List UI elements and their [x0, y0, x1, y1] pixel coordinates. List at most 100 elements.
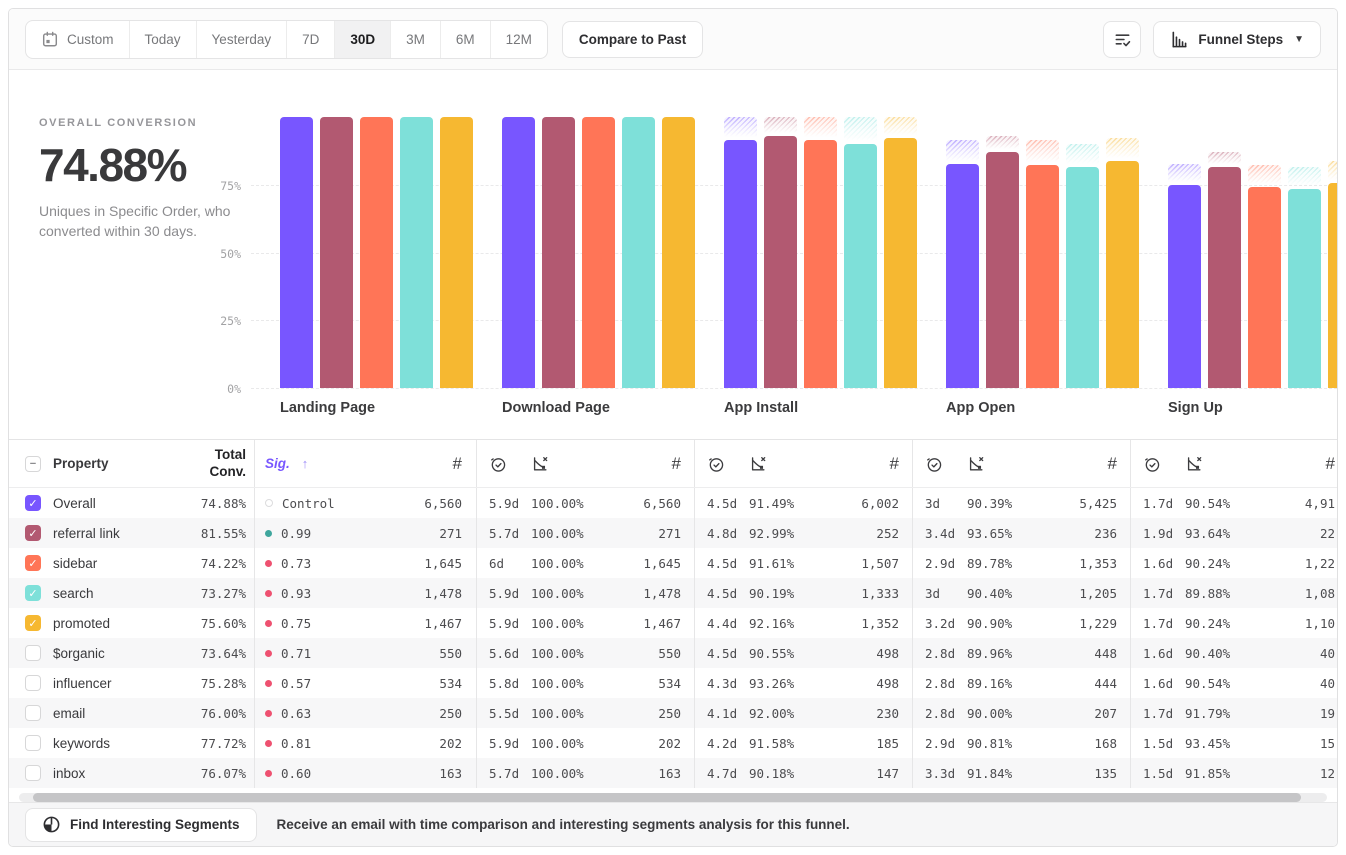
row-checkbox-sidebar[interactable]: ✓ — [25, 555, 41, 571]
converted-count-value: 1,229 — [1051, 616, 1130, 631]
row-checkbox-inbox[interactable] — [25, 765, 41, 781]
range-button-today[interactable]: Today — [130, 21, 197, 58]
funnel-bar-promoted-step3[interactable] — [884, 138, 917, 388]
funnel-bar-sidebar-step5[interactable] — [1248, 187, 1281, 388]
step-group-2-cells: 5.6d100.00%550 — [476, 638, 694, 668]
time-to-convert-value: 5.9d — [477, 586, 531, 601]
funnel-bar-search-step1[interactable] — [400, 117, 433, 388]
converted-count-value: 4,91 — [1269, 496, 1338, 511]
row-checkbox-email[interactable] — [25, 705, 41, 721]
step-group-5-cells: 1.6d90.40%40 — [1130, 638, 1338, 668]
converted-count-value: 1,08 — [1269, 586, 1338, 601]
table-row-influencer: influencer75.28%0.575345.8d100.00%5344.3… — [9, 668, 1337, 698]
time-to-convert-value: 2.8d — [913, 706, 967, 721]
funnel-bar-Overall-step1[interactable] — [280, 117, 313, 388]
funnel-bar-sidebar-step1[interactable] — [360, 117, 393, 388]
funnel-bar-sidebar-step2[interactable] — [582, 117, 615, 388]
converted-count-value: 202 — [615, 736, 694, 751]
row-checkbox-keywords[interactable] — [25, 735, 41, 751]
funnel-bar-promoted-step4[interactable] — [1106, 161, 1139, 388]
funnel-bar-Overall-step5[interactable] — [1168, 185, 1201, 388]
sig-cell: 0.81 — [255, 736, 390, 751]
step-group-2-cells: 5.5d100.00%250 — [476, 698, 694, 728]
segments-pie-icon — [42, 815, 61, 834]
list-options-button[interactable] — [1103, 21, 1141, 58]
funnel-bar-referral-link-step4[interactable] — [986, 152, 1019, 388]
range-button-7d[interactable]: 7D — [287, 21, 335, 58]
conversion-rate-value: 90.55% — [749, 646, 833, 661]
funnel-bar-search-step4[interactable] — [1066, 167, 1099, 388]
range-label: 30D — [350, 32, 375, 47]
row-checkbox-organic[interactable] — [25, 645, 41, 661]
funnel-bar-Overall-step4[interactable] — [946, 164, 979, 388]
funnel-bar-sidebar-step3[interactable] — [804, 140, 837, 388]
sig-column-header[interactable]: Sig. ↑ — [255, 456, 390, 471]
sig-dot-pink — [265, 650, 272, 657]
row-checkbox-referral-link[interactable]: ✓ — [25, 525, 41, 541]
funnel-bar-Overall-step3[interactable] — [724, 140, 757, 388]
horizontal-scrollbar-thumb[interactable] — [33, 793, 1301, 802]
total-conv-column-header: TotalConv. — [178, 447, 254, 479]
step1-count: 271 — [390, 526, 476, 541]
funnel-bar-sidebar-step4[interactable] — [1026, 165, 1059, 388]
funnel-bar-referral-link-step2[interactable] — [542, 117, 575, 388]
conversion-rate-value: 89.78% — [967, 556, 1051, 571]
step-group-3-cells: 4.4d92.16%1,352 — [694, 608, 912, 638]
row-checkbox-influencer[interactable] — [25, 675, 41, 691]
funnel-bar-referral-link-step5[interactable] — [1208, 167, 1241, 388]
funnel-bar-promoted-step2[interactable] — [662, 117, 695, 388]
converted-count-value: 135 — [1051, 766, 1130, 781]
range-button-yesterday[interactable]: Yesterday — [197, 21, 288, 58]
conversion-rate-value: 91.85% — [1185, 766, 1269, 781]
converted-count-value: 250 — [615, 706, 694, 721]
time-to-convert-value: 6d — [477, 556, 531, 571]
y-axis-tick-label: 75% — [195, 179, 241, 193]
horizontal-scrollbar-track[interactable] — [19, 793, 1327, 802]
range-button-custom[interactable]: Custom — [26, 21, 130, 58]
funnel-bar-promoted-step5[interactable] — [1328, 183, 1337, 388]
time-to-convert-value: 5.9d — [477, 616, 531, 631]
toolbar: CustomTodayYesterday7D 30D 3M6M12M Compare… — [9, 9, 1337, 70]
dropoff-cap-promoted-step3 — [884, 117, 917, 135]
sig-dot-pink — [265, 560, 272, 567]
funnel-bar-Overall-step2[interactable] — [502, 117, 535, 388]
summary-label: OVERALL CONVERSION — [39, 117, 234, 129]
conversion-rate-value: 92.99% — [749, 526, 833, 541]
funnel-bar-search-step3[interactable] — [844, 144, 877, 388]
step-group-2-cells: 5.9d100.00%1,467 — [476, 608, 694, 638]
sig-cell: 0.75 — [255, 616, 390, 631]
range-button-12m[interactable]: 12M — [491, 21, 547, 58]
step-group-4-cells: 2.9d89.78%1,353 — [912, 548, 1130, 578]
step-group-4-cells: 3.4d93.65%236 — [912, 518, 1130, 548]
time-to-convert-value: 1.9d — [1131, 526, 1185, 541]
row-checkbox-promoted[interactable]: ✓ — [25, 615, 41, 631]
funnel-bar-promoted-step1[interactable] — [440, 117, 473, 388]
sig-cell: 0.71 — [255, 646, 390, 661]
funnel-bar-search-step5[interactable] — [1288, 189, 1321, 388]
sig-group-cells: 0.99271 — [254, 518, 476, 548]
sig-group-cells: 0.731,645 — [254, 548, 476, 578]
row-checkbox-search[interactable]: ✓ — [25, 585, 41, 601]
row-checkbox-Overall[interactable]: ✓ — [25, 495, 41, 511]
total-conversion-value: 81.55% — [178, 526, 254, 541]
conversion-rate-value: 100.00% — [531, 736, 615, 751]
find-interesting-segments-button[interactable]: Find Interesting Segments — [25, 808, 257, 842]
property-label: promoted — [53, 616, 178, 631]
range-button-6m[interactable]: 6M — [441, 21, 491, 58]
sig-cell: 0.73 — [255, 556, 390, 571]
select-all-checkbox[interactable]: − — [25, 456, 41, 472]
converted-count-value: 6,002 — [833, 496, 912, 511]
compare-to-past-button[interactable]: Compare to Past — [562, 21, 703, 58]
range-button-30d[interactable]: 30D — [335, 21, 391, 58]
funnel-bar-referral-link-step3[interactable] — [764, 136, 797, 388]
step-label-app-open: App Open — [946, 400, 1015, 416]
time-to-convert-value: 4.5d — [695, 496, 749, 511]
step-group-3-cells: 4.5d90.19%1,333 — [694, 578, 912, 608]
row-left-cells: keywords77.72% — [9, 728, 254, 758]
funnel-bar-referral-link-step1[interactable] — [320, 117, 353, 388]
count-column-header: # — [1269, 454, 1338, 474]
funnel-bar-search-step2[interactable] — [622, 117, 655, 388]
view-selector-dropdown[interactable]: Funnel Steps ▼ — [1153, 21, 1321, 58]
range-button-3m[interactable]: 3M — [391, 21, 441, 58]
conversion-rate-icon — [531, 455, 615, 473]
